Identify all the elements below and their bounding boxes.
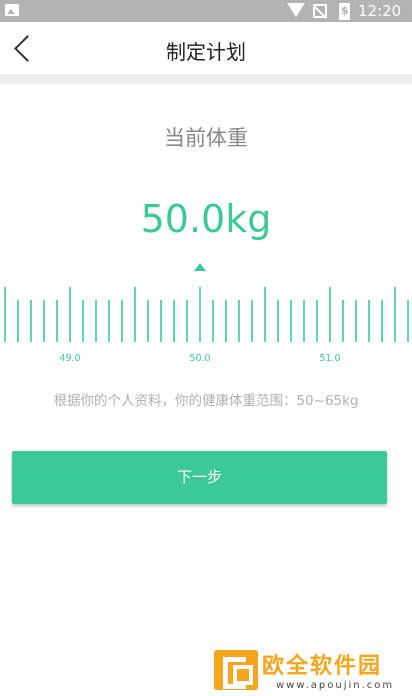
watermark: 欧全软件园 www.apoujin.com [210, 648, 410, 694]
ruler-tick-label: 50.0 [189, 353, 210, 364]
image-icon [5, 4, 19, 16]
watermark-logo-icon [214, 650, 258, 690]
battery-icon: $ [339, 3, 350, 20]
status-time: 12:20 [358, 2, 402, 20]
ruler-tick-label: 51.0 [319, 353, 340, 364]
weight-value: 50.0kg [140, 197, 272, 241]
no-signal-icon [313, 4, 327, 18]
next-step-button[interactable]: 下一步 [12, 451, 387, 504]
healthy-range-hint: 根据你的个人资料，你的健康体重范围：50~65kg [53, 393, 359, 409]
status-bar: $ 12:20 [0, 0, 412, 22]
nav-bar: 制定计划 [0, 22, 412, 74]
page-title: 制定计划 [166, 40, 246, 64]
weight-ruler-slider[interactable]: 49.0 50.0 51.0 [0, 287, 412, 369]
watermark-url: www.apoujin.com [276, 680, 395, 691]
section-title: 当前体重 [164, 126, 248, 150]
header-divider [0, 74, 412, 84]
ruler-pointer-icon [194, 263, 206, 271]
watermark-text: 欧全软件园 [262, 654, 383, 679]
ruler-tick-label: 49.0 [59, 353, 80, 364]
wifi-icon [287, 3, 305, 17]
battery-glyph: $ [341, 4, 349, 17]
